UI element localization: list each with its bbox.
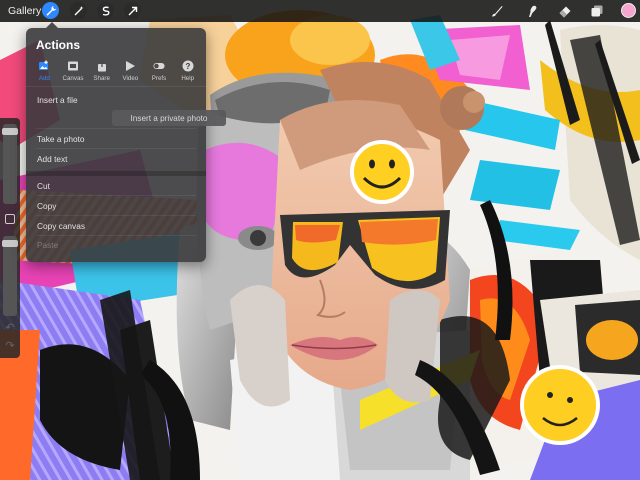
share-icon [97, 60, 106, 72]
divider [26, 86, 206, 87]
cut-item[interactable]: Cut [37, 181, 197, 191]
add-image-icon [39, 60, 49, 70]
paste-item: Paste [37, 240, 59, 250]
smudge-icon[interactable] [524, 3, 540, 19]
top-toolbar: Gallery [0, 0, 640, 22]
canvas-icon [68, 61, 78, 71]
brush-size-slider[interactable] [2, 124, 18, 204]
left-sidebar: ↶ ↷ [0, 118, 20, 358]
tab-label: Canvas [62, 75, 84, 82]
transform-arrow-icon[interactable] [124, 2, 141, 19]
undo-icon[interactable]: ↶ [4, 322, 16, 334]
panel-title: Actions [36, 38, 81, 52]
tab-label: Share [93, 75, 110, 82]
play-icon [126, 61, 136, 71]
copy-canvas-item[interactable]: Copy canvas [37, 221, 197, 231]
divider [36, 195, 196, 196]
color-picker-swatch[interactable] [621, 3, 636, 18]
opacity-slider[interactable] [2, 236, 18, 316]
tab-label: Prefs [151, 75, 167, 82]
opacity-thumb[interactable] [2, 240, 18, 247]
svg-text:?: ? [185, 62, 190, 71]
divider [36, 128, 196, 129]
modify-square-icon[interactable] [5, 214, 15, 224]
gallery-button[interactable]: Gallery [8, 3, 41, 19]
copy-item[interactable]: Copy [37, 201, 197, 211]
group-divider [26, 171, 206, 176]
layers-icon[interactable] [589, 3, 605, 19]
tab-label: Help [181, 75, 195, 82]
insert-private-photo-button[interactable]: Insert a private photo [112, 110, 226, 126]
tab-label: Add [38, 75, 50, 82]
eraser-icon[interactable] [557, 3, 573, 19]
divider [36, 235, 196, 236]
wrench-icon[interactable] [42, 2, 59, 19]
divider [36, 215, 196, 216]
brush-icon[interactable] [489, 3, 505, 19]
take-photo-item[interactable]: Take a photo [37, 134, 197, 144]
actions-panel: Actions Add Canvas Share Video Prefs ? H… [26, 22, 226, 262]
brush-size-thumb[interactable] [2, 128, 18, 135]
tab-label: Video [122, 75, 139, 82]
magic-wand-icon[interactable] [70, 2, 87, 19]
toggle-icon [153, 63, 165, 69]
help-icon: ? [182, 60, 194, 72]
redo-icon[interactable]: ↷ [4, 340, 16, 352]
add-text-item[interactable]: Add text [37, 154, 197, 164]
divider [36, 148, 196, 149]
insert-file-item[interactable]: Insert a file [37, 95, 197, 105]
selection-s-icon[interactable] [97, 2, 114, 19]
